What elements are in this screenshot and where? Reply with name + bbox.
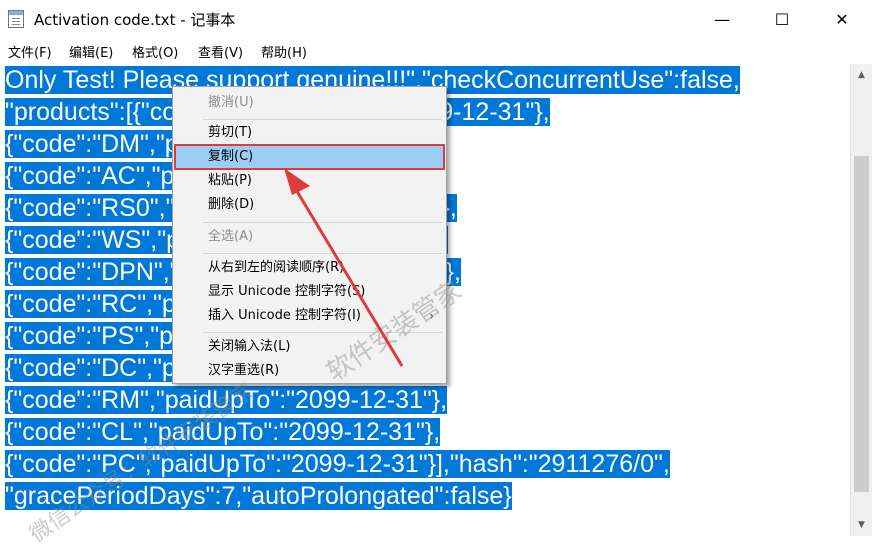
menu-reconvert[interactable]: 汉字重选(R)	[175, 359, 444, 383]
close-icon: ✕	[835, 9, 849, 29]
scrollbar-thumb[interactable]	[854, 156, 869, 492]
menu-delete[interactable]: 删除(D)	[175, 193, 444, 217]
title-bar[interactable]: Activation code.txt - 记事本 — ☐ ✕	[0, 0, 872, 38]
menu-format[interactable]: 格式(O)	[132, 42, 178, 61]
menu-paste[interactable]: 粘贴(P)	[175, 169, 444, 193]
menu-separator	[203, 119, 442, 120]
menu-copy[interactable]: 复制(C)	[174, 144, 445, 170]
scroll-up-arrow-icon[interactable]: ▲	[851, 64, 872, 86]
menu-rtl-reading-order[interactable]: 从右到左的阅读顺序(R)	[175, 256, 444, 280]
menu-separator	[203, 253, 442, 254]
maximize-button[interactable]: ☐	[752, 0, 812, 38]
menu-cut[interactable]: 剪切(T)	[175, 121, 444, 145]
minimize-icon: —	[714, 9, 730, 29]
menu-view[interactable]: 查看(V)	[198, 42, 243, 61]
close-button[interactable]: ✕	[812, 0, 872, 38]
menu-edit[interactable]: 编辑(E)	[69, 42, 113, 61]
menu-undo[interactable]: 撤消(U)	[175, 91, 444, 115]
maximize-icon: ☐	[774, 9, 790, 29]
menu-select-all[interactable]: 全选(A)	[175, 225, 444, 249]
vertical-scrollbar[interactable]: ▲ ▼	[850, 64, 872, 536]
window-title: Activation code.txt - 记事本	[34, 11, 236, 29]
notepad-icon	[8, 10, 24, 28]
menu-help[interactable]: 帮助(H)	[261, 42, 307, 61]
menu-separator	[203, 222, 442, 223]
menu-file[interactable]: 文件(F)	[8, 42, 52, 61]
scroll-down-arrow-icon[interactable]: ▼	[851, 514, 872, 536]
menu-bar: 文件(F) 编辑(E) 格式(O) 查看(V) 帮助(H)	[0, 38, 872, 64]
minimize-button[interactable]: —	[692, 0, 752, 38]
